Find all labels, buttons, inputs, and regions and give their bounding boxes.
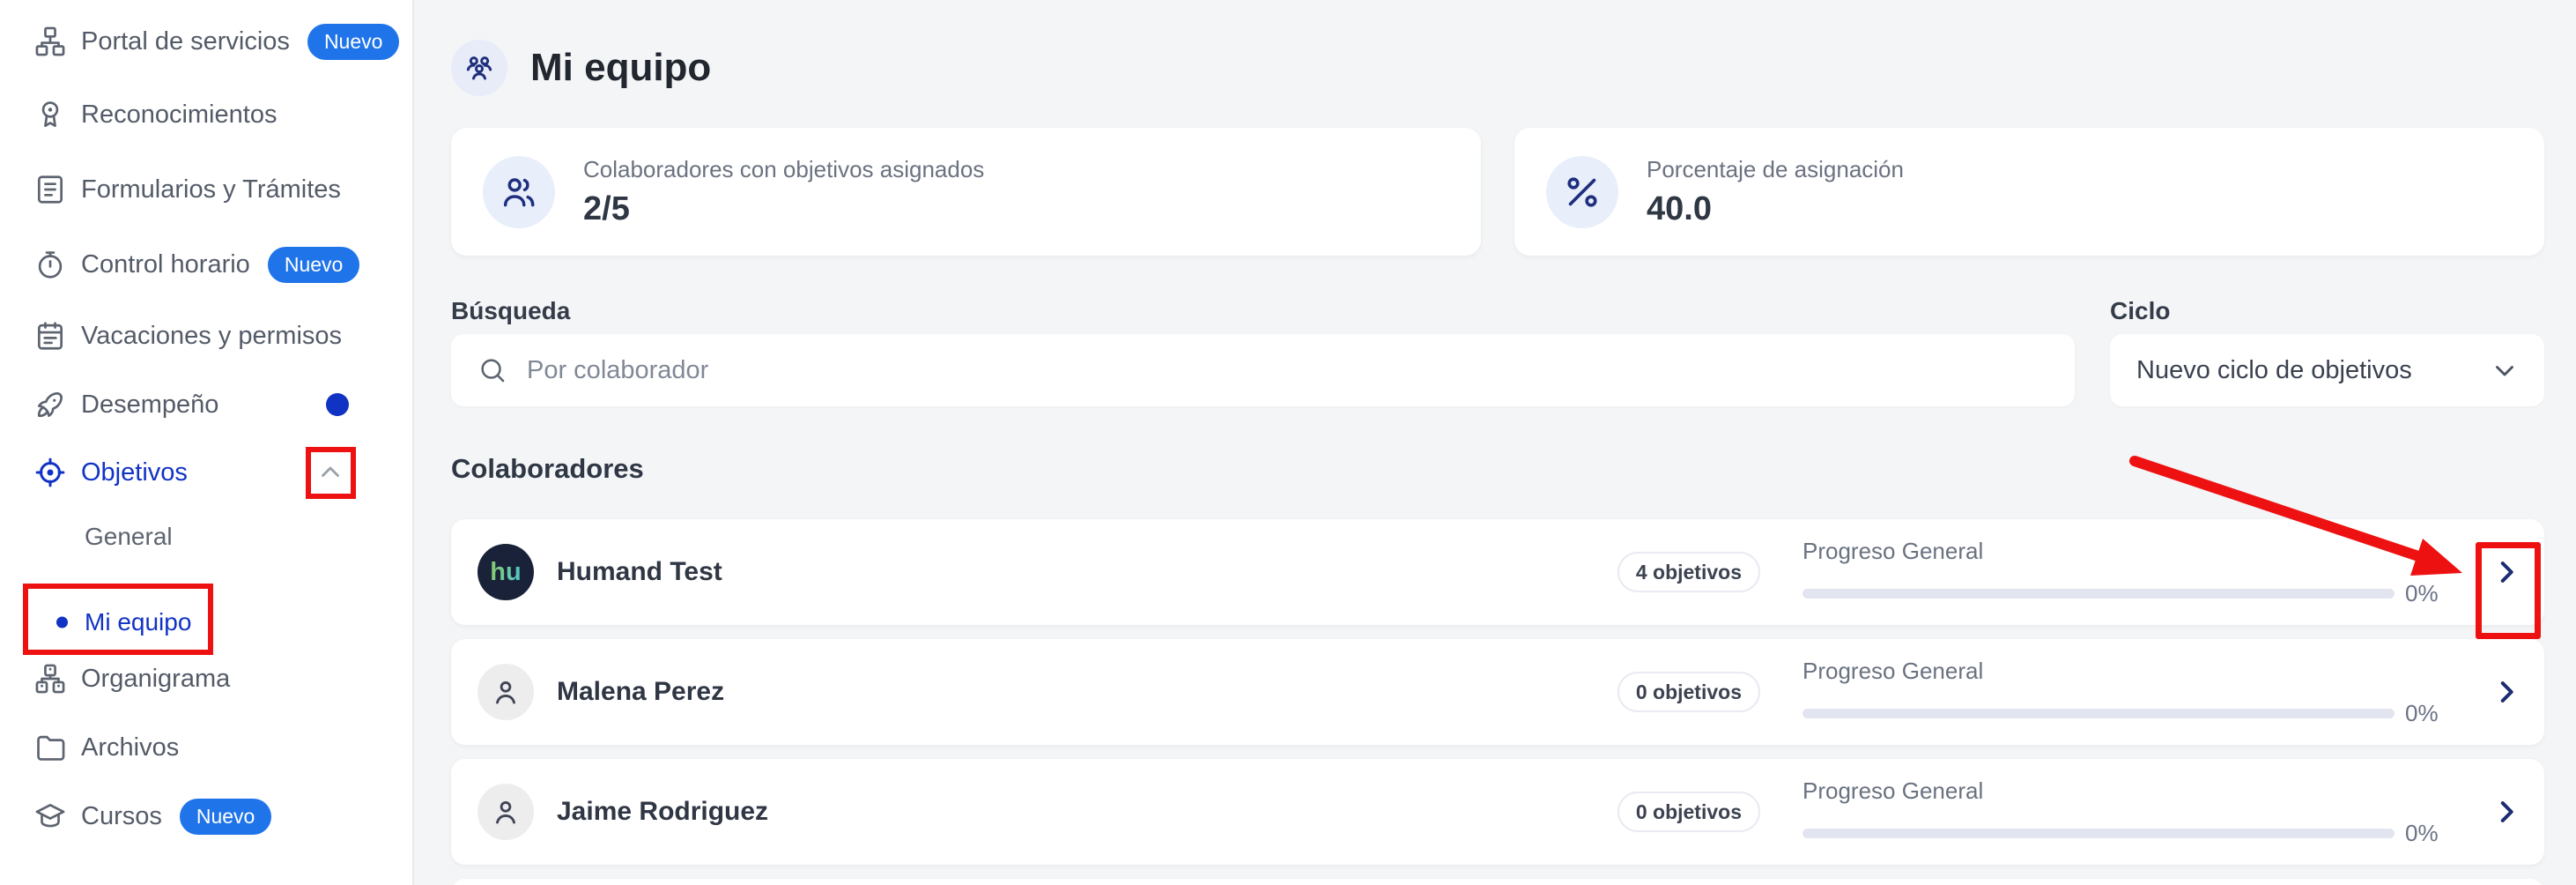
search-label: Búsqueda: [451, 296, 2075, 326]
sidebar-item-cursos[interactable]: Cursos Nuevo: [0, 786, 414, 846]
chevron-down-icon: [2490, 355, 2520, 385]
stat-card-percentage: Porcentaje de asignación 40.0: [1514, 128, 2544, 256]
rocket-icon: [33, 388, 67, 421]
team-icon: [451, 40, 507, 96]
progress-percentage: 0%: [2405, 700, 2442, 727]
active-bullet: [56, 617, 68, 628]
award-icon: [33, 98, 67, 131]
collaborator-row-partial[interactable]: [451, 879, 2544, 885]
sidebar-item-objetivos[interactable]: Objetivos: [0, 442, 414, 502]
search-box: [451, 334, 2075, 406]
stats-row: Colaboradores con objetivos asignados 2/…: [451, 128, 2544, 256]
chevron-right-icon[interactable]: [2491, 797, 2521, 827]
filters-row: Búsqueda Ciclo Nuevo ciclo de objetivos: [451, 296, 2544, 406]
main-content: Mi equipo Colaboradores con objetivos as…: [416, 0, 2576, 885]
sidebar-item-vacaciones-y-permisos[interactable]: Vacaciones y permisos: [0, 306, 414, 366]
sidebar-item-portal-de-servicios[interactable]: Portal de servicios Nuevo: [0, 11, 414, 71]
orgchart-icon: [33, 662, 67, 695]
stat-label: Porcentaje de asignación: [1647, 156, 1904, 183]
sidebar-item-desempeno[interactable]: Desempeño: [0, 375, 414, 435]
progress-bar: [1802, 709, 2395, 718]
search-input[interactable]: [451, 334, 2075, 406]
new-badge: Nuevo: [307, 24, 399, 60]
page-header: Mi equipo: [451, 40, 2544, 96]
chevron-up-icon[interactable]: [315, 457, 345, 487]
objectives-count-badge: 4 objetivos: [1617, 552, 1760, 592]
folder-icon: [33, 731, 67, 764]
progress-percentage: 0%: [2405, 580, 2442, 607]
collaborator-name: Jaime Rodriguez: [557, 797, 768, 827]
progress-label: Progreso General: [1802, 538, 2442, 565]
progress-block: Progreso General 0%: [1802, 538, 2442, 607]
objectives-count-badge: 0 objetivos: [1617, 672, 1760, 712]
collaborator-row[interactable]: hu Humand Test 4 objetivos Progreso Gene…: [451, 519, 2544, 625]
progress-block: Progreso General 0%: [1802, 777, 2442, 847]
progress-percentage: 0%: [2405, 820, 2442, 847]
sidebar-item-organigrama[interactable]: Organigrama: [0, 649, 414, 709]
sidebar-item-reconocimientos[interactable]: Reconocimientos: [0, 85, 414, 145]
page-title: Mi equipo: [530, 46, 711, 90]
sidebar-subitem-general[interactable]: General: [0, 507, 414, 567]
collaborator-name: Humand Test: [557, 557, 722, 587]
cycle-selected-value: Nuevo ciclo de objetivos: [2136, 356, 2412, 385]
stopwatch-icon: [33, 248, 67, 281]
form-icon: [33, 173, 67, 206]
new-badge: Nuevo: [180, 799, 271, 835]
cycle-label: Ciclo: [2110, 296, 2544, 326]
page: Portal de servicios Nuevo Reconocimiento…: [0, 0, 2576, 885]
progress-bar: [1802, 829, 2395, 838]
sidebar: Portal de servicios Nuevo Reconocimiento…: [0, 0, 414, 885]
progress-label: Progreso General: [1802, 777, 2442, 805]
new-badge: Nuevo: [268, 247, 359, 283]
sitemap-icon: [33, 25, 67, 58]
progress-label: Progreso General: [1802, 658, 2442, 685]
users-icon: [483, 156, 555, 228]
chevron-right-icon[interactable]: [2491, 677, 2521, 707]
calendar-icon: [33, 319, 67, 353]
stat-label: Colaboradores con objetivos asignados: [583, 156, 984, 183]
stat-card-assigned: Colaboradores con objetivos asignados 2/…: [451, 128, 1481, 256]
sidebar-subitem-mi-equipo[interactable]: Mi equipo: [0, 592, 414, 652]
collaborator-list: hu Humand Test 4 objetivos Progreso Gene…: [451, 519, 2544, 885]
notification-dot: [326, 393, 349, 416]
collaborator-row[interactable]: Jaime Rodriguez 0 objetivos Progreso Gen…: [451, 759, 2544, 865]
progress-block: Progreso General 0%: [1802, 658, 2442, 727]
collaborator-row[interactable]: Malena Perez 0 objetivos Progreso Genera…: [451, 639, 2544, 745]
objectives-count-badge: 0 objetivos: [1617, 792, 1760, 832]
cycle-select[interactable]: Nuevo ciclo de objetivos: [2110, 334, 2544, 406]
collaborators-heading: Colaboradores: [451, 452, 2544, 486]
percent-icon: [1546, 156, 1618, 228]
collaborator-name: Malena Perez: [557, 677, 724, 707]
sidebar-item-formularios-y-tramites[interactable]: Formularios y Trámites: [0, 160, 414, 219]
target-icon: [33, 456, 67, 489]
stat-value: 2/5: [583, 190, 984, 228]
sidebar-item-control-horario[interactable]: Control horario Nuevo: [0, 234, 414, 294]
avatar-brand: hu: [477, 544, 534, 600]
courses-icon: [33, 799, 67, 833]
sidebar-item-archivos[interactable]: Archivos: [0, 718, 414, 777]
person-icon: [477, 664, 534, 720]
stat-value: 40.0: [1647, 190, 1904, 228]
chevron-right-icon[interactable]: [2491, 557, 2521, 587]
person-icon: [477, 784, 534, 840]
progress-bar: [1802, 589, 2395, 599]
search-icon: [477, 355, 507, 385]
